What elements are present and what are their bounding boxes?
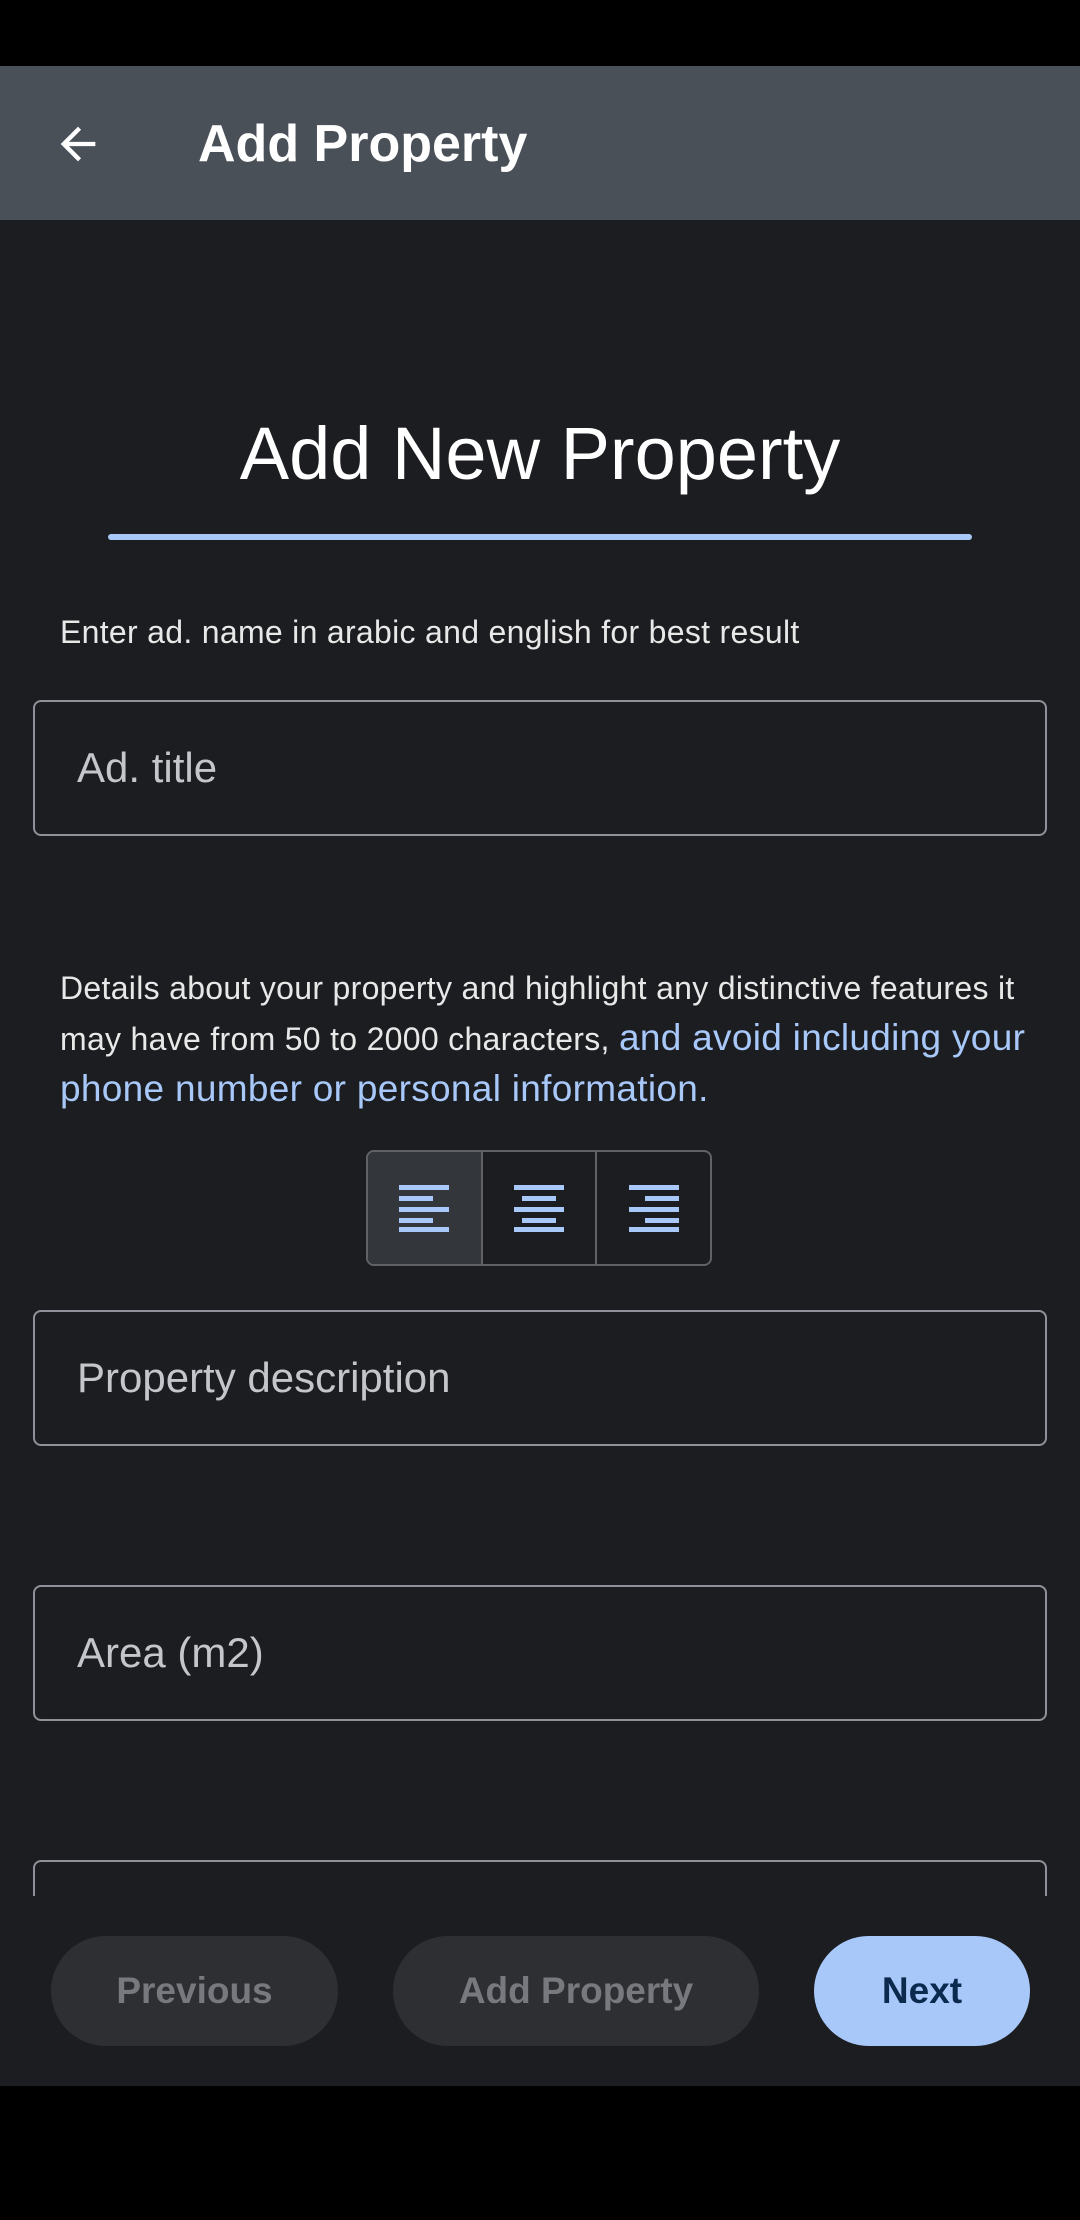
arrow-back-icon <box>60 126 96 162</box>
ad-title-input[interactable] <box>77 744 1045 792</box>
next-button[interactable]: Next <box>814 1936 1030 2046</box>
area-input[interactable] <box>77 1629 1045 1677</box>
previous-button[interactable]: Previous <box>51 1936 338 2046</box>
property-description-input[interactable] <box>77 1354 1045 1402</box>
app-bar: Add Property <box>0 66 1080 220</box>
align-right-button[interactable] <box>597 1152 710 1264</box>
align-left-icon <box>399 1185 450 1232</box>
app-bar-title: Add Property <box>198 115 528 173</box>
status-bar <box>0 0 1080 66</box>
bottom-action-bar: Previous Add Property Next <box>0 1896 1080 2086</box>
heading-underline <box>108 534 972 540</box>
system-navigation-area <box>0 2086 1080 2220</box>
ad-title-field[interactable] <box>33 700 1047 836</box>
area-field[interactable] <box>33 1585 1047 1721</box>
property-description-field[interactable] <box>33 1310 1047 1446</box>
back-button[interactable] <box>38 104 118 184</box>
add-property-button[interactable]: Add Property <box>393 1936 759 2046</box>
next-field-partial[interactable] <box>33 1860 1047 1896</box>
title-hint: Enter ad. name in arabic and english for… <box>60 614 800 650</box>
form-content[interactable]: Add New Property Enter ad. name in arabi… <box>0 220 1080 1896</box>
align-left-button[interactable] <box>368 1152 483 1264</box>
description-hint: Details about your property and highligh… <box>60 964 1050 1115</box>
align-center-button[interactable] <box>483 1152 598 1264</box>
align-center-icon <box>514 1185 564 1232</box>
page-heading: Add New Property <box>239 412 841 495</box>
text-alignment-toggle <box>366 1150 712 1266</box>
align-right-icon <box>628 1185 679 1232</box>
